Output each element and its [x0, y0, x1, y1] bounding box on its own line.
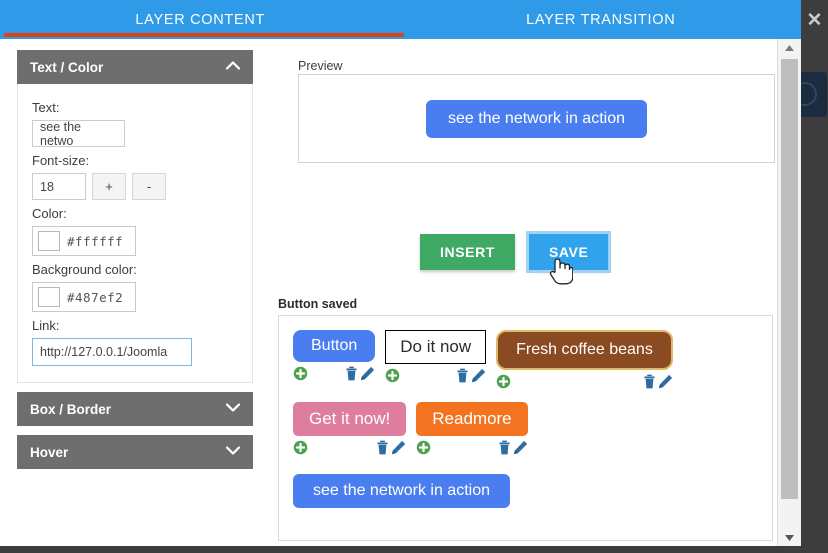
saved-buttons-row: Get it now! Readmore [293, 402, 772, 456]
pencil-icon[interactable] [469, 368, 486, 383]
plus-circle-icon[interactable] [293, 440, 308, 455]
saved-button[interactable]: Readmore [416, 402, 528, 436]
tab-layer-transition[interactable]: LAYER TRANSITION [401, 2, 802, 38]
trash-icon[interactable] [456, 368, 469, 383]
background-color-picker[interactable]: #487ef2 [32, 282, 136, 312]
sidebar: Text / Color Text: see the netwo Font-si… [0, 39, 271, 546]
saved-button[interactable]: Button [293, 330, 376, 362]
insert-button[interactable]: INSERT [420, 234, 515, 270]
layer-editor-modal: LAYER CONTENT LAYER TRANSITION Text / Co… [0, 0, 801, 546]
saved-button-item: Get it now! [293, 402, 407, 456]
panel-title-box-border: Box / Border [30, 401, 112, 417]
label-color: Color: [32, 206, 67, 221]
plus-circle-icon[interactable] [293, 366, 308, 381]
color-swatch [38, 231, 60, 251]
saved-status-text: Button saved [278, 297, 358, 311]
font-size-input[interactable]: 18 [32, 173, 86, 200]
saved-button-tools [293, 364, 375, 382]
modal-bottom-edge [0, 546, 801, 553]
link-input[interactable]: http://127.0.0.1/Joomla [32, 338, 192, 366]
tab-bar: LAYER CONTENT LAYER TRANSITION [0, 0, 801, 39]
preview-label: Preview [298, 59, 343, 73]
text-input[interactable]: see the netwo [32, 120, 125, 148]
saved-button-item: Button [293, 330, 376, 382]
label-link: Link: [32, 318, 60, 333]
label-background-color: Background color: [32, 262, 137, 277]
label-text: Text: [32, 100, 60, 115]
saved-button-item: Fresh coffee beans [496, 330, 673, 390]
panel-header-text-color[interactable]: Text / Color [17, 50, 253, 84]
saved-button[interactable]: Do it now [385, 330, 487, 364]
font-size-stepper: 18 + - [32, 173, 238, 200]
chevron-down-icon [225, 446, 241, 458]
font-size-increase-button[interactable]: + [92, 173, 126, 200]
saved-button-tools [385, 366, 486, 384]
font-size-decrease-button[interactable]: - [132, 173, 166, 200]
saved-button-item: see the network in action [293, 474, 510, 508]
chevron-down-icon [225, 403, 241, 415]
screen: LAYER CONTENT LAYER TRANSITION Text / Co… [0, 0, 828, 553]
trash-icon[interactable] [643, 374, 656, 389]
active-tab-indicator [4, 33, 404, 37]
background-color-value: #487ef2 [67, 289, 124, 305]
saved-button[interactable]: Get it now! [293, 402, 407, 436]
scrollbar-thumb[interactable] [781, 59, 798, 499]
pencil-icon[interactable] [358, 366, 375, 381]
saved-buttons-row: see the network in action [293, 474, 772, 508]
trash-icon[interactable] [345, 366, 358, 381]
preview-button[interactable]: see the network in action [426, 99, 647, 138]
plus-circle-icon[interactable] [416, 440, 431, 455]
saved-button[interactable]: Fresh coffee beans [496, 330, 673, 370]
saved-button-item: Do it now [385, 330, 487, 384]
action-buttons: INSERT SAVE [420, 231, 612, 273]
panel-title-hover: Hover [30, 444, 69, 460]
trash-icon[interactable] [376, 440, 389, 455]
vertical-scrollbar[interactable] [777, 39, 801, 546]
pencil-icon[interactable] [511, 440, 528, 455]
saved-button-item: Readmore [416, 402, 528, 456]
scroll-up-arrow-icon[interactable] [778, 39, 801, 56]
panel-header-box-border[interactable]: Box / Border [17, 392, 253, 426]
panel-body-text-color: Text: see the netwo Font-size: 18 + - Co… [17, 84, 253, 383]
saved-button[interactable]: see the network in action [293, 474, 510, 508]
save-button[interactable]: SAVE [525, 231, 612, 273]
label-font-size: Font-size: [32, 153, 90, 168]
saved-button-tools [496, 372, 673, 390]
color-picker[interactable]: #ffffff [32, 226, 136, 256]
trash-icon[interactable] [498, 440, 511, 455]
panel-title-text-color: Text / Color [30, 59, 104, 75]
plus-circle-icon[interactable] [496, 374, 511, 389]
modal-body: Text / Color Text: see the netwo Font-si… [0, 39, 801, 546]
panel-header-hover[interactable]: Hover [17, 435, 253, 469]
saved-buttons-list: Button Do it now Fresh coffee beans Get it… [278, 315, 773, 541]
pencil-icon[interactable] [389, 440, 406, 455]
preview-box: see the network in action [298, 74, 775, 163]
saved-buttons-row: Button Do it now Fresh coffee beans [293, 330, 772, 390]
close-icon[interactable]: ✕ [801, 0, 828, 40]
scroll-down-arrow-icon[interactable] [778, 529, 801, 546]
saved-button-tools [293, 438, 406, 456]
color-value: #ffffff [67, 233, 124, 249]
pencil-icon[interactable] [656, 374, 673, 389]
plus-circle-icon[interactable] [385, 368, 400, 383]
saved-button-tools [416, 438, 527, 456]
background-color-swatch [38, 287, 60, 307]
content-pane: Preview see the network in action INSERT… [270, 39, 778, 546]
chevron-up-icon [225, 61, 241, 73]
